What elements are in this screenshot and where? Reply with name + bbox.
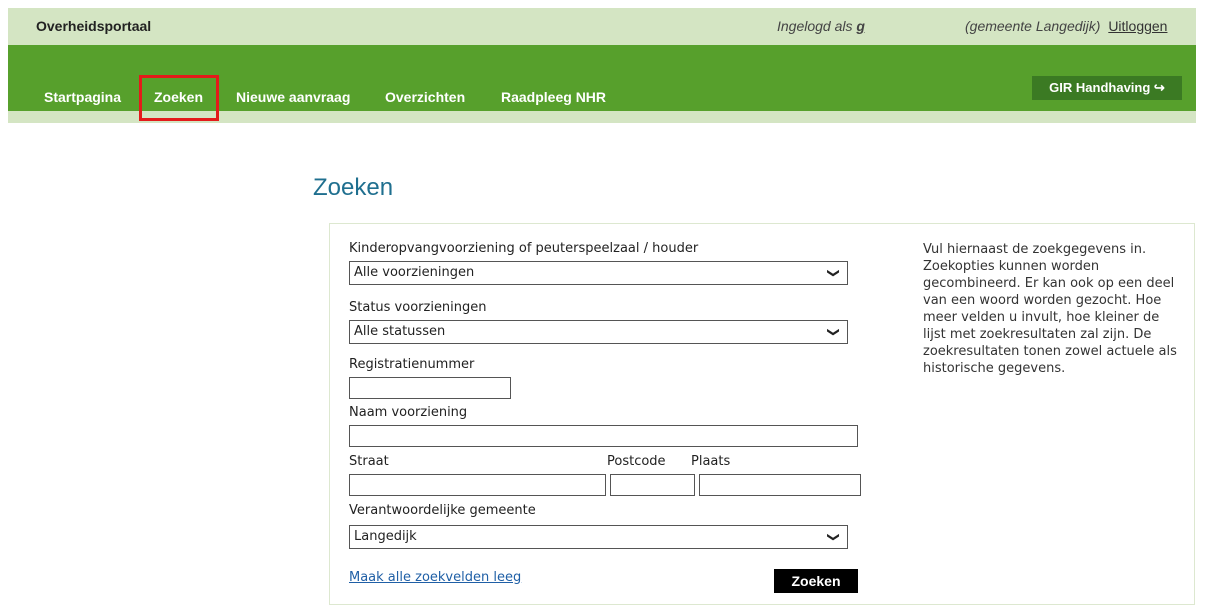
municipality-label: Verantwoordelijke gemeente <box>349 503 536 518</box>
search-button[interactable]: Zoeken <box>774 569 858 593</box>
nav-overzichten[interactable]: Overzichten <box>385 89 465 105</box>
active-nav-highlight <box>139 75 219 121</box>
city-input[interactable] <box>699 474 861 496</box>
gir-handhaving-label: GIR Handhaving <box>1049 80 1151 95</box>
chevron-down-icon: ❯ <box>826 267 841 279</box>
login-user: g <box>856 18 865 34</box>
nav-nieuwe-aanvraag[interactable]: Nieuwe aanvraag <box>236 89 350 105</box>
municipality-select[interactable]: Langedijk ❯ <box>349 525 848 549</box>
city-label: Plaats <box>691 454 731 469</box>
regnr-label: Registratienummer <box>349 357 475 372</box>
clear-fields-link[interactable]: Maak alle zoekvelden leeg <box>349 570 521 585</box>
gir-handhaving-button[interactable]: GIR Handhaving ↪ <box>1032 76 1182 100</box>
street-input[interactable] <box>349 474 606 496</box>
municipality-select-value: Langedijk <box>354 529 417 544</box>
page-title: Zoeken <box>313 174 394 201</box>
help-text: Vul hiernaast de zoekgegevens in. Zoekop… <box>923 242 1177 376</box>
nav-raadpleeg-nhr[interactable]: Raadpleeg NHR <box>501 89 606 105</box>
postcode-label: Postcode <box>607 454 666 469</box>
municipality-name: (gemeente Langedijk) <box>965 18 1101 34</box>
postcode-input[interactable] <box>610 474 695 496</box>
municipality-info: (gemeente Langedijk) Uitloggen <box>965 18 1167 34</box>
login-prefix: Ingelogd als <box>777 18 853 34</box>
chevron-down-icon: ❯ <box>826 531 841 543</box>
logout-link[interactable]: Uitloggen <box>1108 18 1167 34</box>
regnr-input[interactable] <box>349 377 511 399</box>
status-select[interactable]: Alle statussen ❯ <box>349 320 848 344</box>
status-select-value: Alle statussen <box>354 324 446 339</box>
status-label: Status voorzieningen <box>349 300 487 315</box>
chevron-down-icon: ❯ <box>826 326 841 338</box>
street-label: Straat <box>349 454 389 469</box>
login-status: Ingelogd als g <box>777 18 865 34</box>
exit-icon: ↪ <box>1153 80 1165 95</box>
top-bar: Overheidsportaal Ingelogd als g (gemeent… <box>8 8 1196 45</box>
brand-title: Overheidsportaal <box>36 18 152 34</box>
facility-select-value: Alle voorzieningen <box>354 265 475 280</box>
name-label: Naam voorziening <box>349 405 468 420</box>
facility-label: Kinderopvangvoorziening of peuterspeelza… <box>349 241 699 256</box>
nav-startpagina[interactable]: Startpagina <box>44 89 121 105</box>
name-input[interactable] <box>349 425 858 447</box>
facility-select[interactable]: Alle voorzieningen ❯ <box>349 261 848 285</box>
